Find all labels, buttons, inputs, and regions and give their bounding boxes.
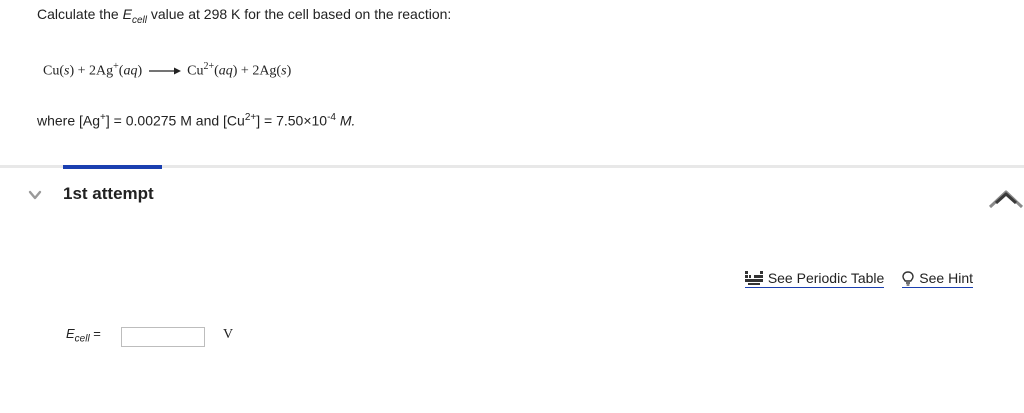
product-1-charge: 2+ — [203, 61, 215, 72]
attempt-tab-indicator — [63, 165, 162, 169]
reactant-2-close: ) — [137, 63, 143, 79]
periodic-table-icon — [744, 271, 763, 285]
periodic-table-label: See Periodic Table — [767, 270, 885, 286]
chevron-down-icon[interactable] — [28, 188, 42, 202]
reaction-equation: Cu(s) + 2Ag+(aq) Cu2+(aq) + 2Ag(s) — [43, 61, 291, 80]
answer-label: Ecell = — [66, 326, 101, 345]
collapse-arrow-icon[interactable] — [988, 184, 1024, 210]
question-prefix: Calculate the — [37, 6, 123, 22]
product-2-close: ) — [286, 63, 292, 79]
answer-e-subscript: cell — [74, 333, 90, 345]
reactant-2: ) + 2Ag — [69, 63, 114, 79]
e-symbol: E — [122, 6, 132, 22]
reactant-1: Cu( — [43, 63, 64, 79]
cu-exponent: -4 — [327, 112, 336, 123]
answer-equals: = — [89, 326, 101, 341]
ecell-answer-input[interactable] — [121, 327, 205, 347]
cu-charge: 2+ — [244, 112, 257, 123]
reactant-2-state: aq — [123, 63, 138, 79]
see-periodic-table-link[interactable]: See Periodic Table — [744, 270, 885, 288]
product-1: Cu — [187, 63, 204, 79]
product-2: ) + 2Ag( — [232, 63, 282, 79]
question-text: Calculate the Ecell value at 298 K for t… — [37, 6, 451, 26]
concentrations-text: where [Ag+] = 0.00275 M and [Cu2+] = 7.5… — [37, 112, 355, 129]
ag-text: where [Ag — [37, 112, 101, 129]
attempt-title: 1st attempt — [63, 184, 154, 203]
lightbulb-icon — [902, 270, 914, 286]
hint-label: See Hint — [919, 270, 973, 286]
product-1-state: aq — [218, 63, 233, 79]
cu-unit: M. — [335, 112, 356, 129]
tools-bar: See Periodic Table See Hint — [744, 270, 973, 288]
question-suffix: value at 298 K for the cell based on the… — [146, 6, 452, 22]
answer-e-symbol: E — [66, 326, 75, 341]
e-subscript: cell — [131, 14, 147, 26]
answer-unit: V — [223, 327, 234, 342]
cu-value: ] = 7.50×10 — [256, 112, 328, 129]
reaction-arrow-icon — [148, 67, 181, 75]
cu-text: ] = 0.00275 M and [Cu — [105, 112, 245, 129]
see-hint-link[interactable]: See Hint — [902, 270, 973, 288]
